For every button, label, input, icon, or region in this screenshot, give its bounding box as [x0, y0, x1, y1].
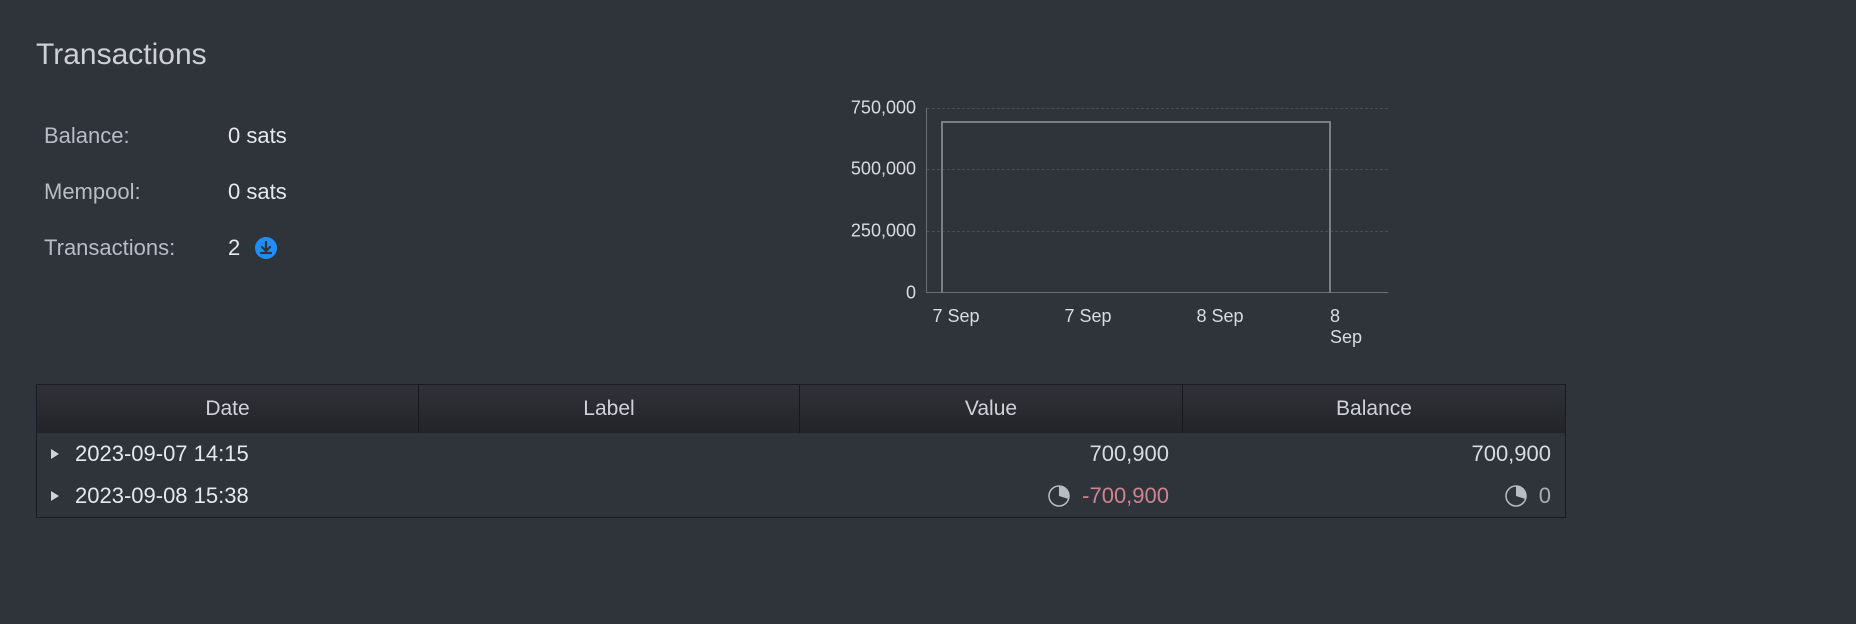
- table-row[interactable]: 2023-09-07 14:15 700,900 700,900: [37, 433, 1565, 475]
- expand-caret-icon[interactable]: [49, 448, 61, 460]
- th-balance[interactable]: Balance: [1183, 385, 1565, 433]
- download-icon[interactable]: [254, 236, 278, 260]
- chart-ytick-2: 500,000: [796, 159, 916, 180]
- cell-date: 2023-09-07 14:15: [37, 433, 419, 475]
- balance-text: 0: [1539, 483, 1551, 509]
- th-date[interactable]: Date: [37, 385, 419, 433]
- pie-icon: [1505, 485, 1527, 507]
- table-row[interactable]: 2023-09-08 15:38 -700,900 0: [37, 475, 1565, 517]
- chart-ytick-3: 750,000: [796, 98, 916, 119]
- stat-balance: Balance: 0 sats: [44, 108, 796, 164]
- stat-mempool: Mempool: 0 sats: [44, 164, 796, 220]
- cell-label: [419, 433, 800, 475]
- chart-ytick-0: 0: [796, 283, 916, 304]
- chart-plot-area: [926, 108, 1388, 293]
- chart-xtick-0: 7 Sep: [932, 306, 979, 327]
- table-header: Date Label Value Balance: [37, 385, 1565, 433]
- mempool-label: Mempool:: [44, 179, 228, 205]
- page-title: Transactions: [36, 38, 1856, 72]
- value-text: 700,900: [1089, 441, 1169, 467]
- cell-label: [419, 475, 800, 517]
- expand-caret-icon[interactable]: [49, 490, 61, 502]
- chart-xtick-3: 8 Sep: [1330, 306, 1374, 348]
- cell-value: 700,900: [800, 433, 1183, 475]
- pie-icon: [1048, 485, 1070, 507]
- transactions-label: Transactions:: [44, 235, 228, 261]
- transactions-table: Date Label Value Balance 2023-09-07 14:1…: [36, 384, 1566, 518]
- chart-xtick-1: 7 Sep: [1064, 306, 1111, 327]
- chart-xtick-2: 8 Sep: [1196, 306, 1243, 327]
- cell-balance: 700,900: [1183, 433, 1565, 475]
- cell-value: -700,900: [800, 475, 1183, 517]
- date-text: 2023-09-08 15:38: [75, 483, 249, 509]
- cell-date: 2023-09-08 15:38: [37, 475, 419, 517]
- chart-ytick-1: 250,000: [796, 221, 916, 242]
- summary-stats: Balance: 0 sats Mempool: 0 sats Transact…: [36, 108, 796, 276]
- date-text: 2023-09-07 14:15: [75, 441, 249, 467]
- th-value[interactable]: Value: [800, 385, 1183, 433]
- balance-label: Balance:: [44, 123, 228, 149]
- mempool-value: 0 sats: [228, 179, 287, 205]
- balance-value: 0 sats: [228, 123, 287, 149]
- balance-chart: 750,000 500,000 250,000 0 7 Sep 7 Sep 8 …: [796, 108, 1396, 338]
- th-label[interactable]: Label: [419, 385, 800, 433]
- cell-balance: 0: [1183, 475, 1565, 517]
- transactions-value: 2: [228, 235, 240, 261]
- stat-transactions: Transactions: 2: [44, 220, 796, 276]
- balance-text: 700,900: [1471, 441, 1551, 467]
- value-text: -700,900: [1082, 483, 1169, 509]
